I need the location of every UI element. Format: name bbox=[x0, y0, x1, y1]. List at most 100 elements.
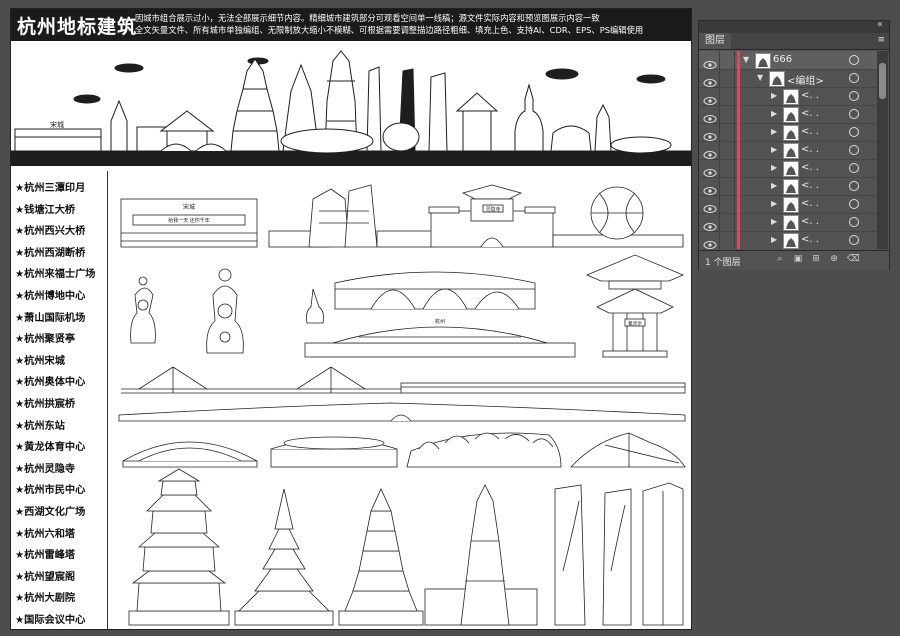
layer-name[interactable]: <. . bbox=[801, 144, 819, 155]
layer-scrollbar[interactable] bbox=[877, 51, 888, 249]
target-circle-icon[interactable] bbox=[849, 217, 859, 227]
title-bar: 杭州地标建筑 因城市组合展示过小，无法全部展示细节内容。精细城市建筑部分可观看空… bbox=[11, 9, 691, 41]
expand-arrow-icon[interactable]: ▶ bbox=[771, 181, 777, 190]
wangchen-pavilion-drawing bbox=[128, 468, 230, 626]
expand-arrow-icon[interactable]: ▶ bbox=[771, 145, 777, 154]
twin-towers-drawing bbox=[554, 484, 632, 626]
layer-name[interactable]: <. . bbox=[801, 216, 819, 227]
lock-toggle[interactable] bbox=[719, 159, 735, 177]
layer-row[interactable]: ▼ 666 bbox=[699, 51, 877, 70]
visibility-eye-icon[interactable] bbox=[703, 163, 717, 177]
target-circle-icon[interactable] bbox=[849, 199, 859, 209]
layer-thumbnail bbox=[783, 215, 799, 231]
collapse-icon[interactable]: « bbox=[877, 19, 883, 30]
expand-arrow-icon[interactable]: ▶ bbox=[771, 217, 777, 226]
song-city-banner-label: 给我一天 还你千年 bbox=[168, 217, 210, 224]
layer-name[interactable]: <. . bbox=[801, 234, 819, 245]
expand-arrow-icon[interactable]: ▶ bbox=[771, 199, 777, 208]
visibility-eye-icon[interactable] bbox=[703, 55, 717, 69]
new-sublayer-icon[interactable]: ⊞ bbox=[811, 254, 821, 264]
target-circle-icon[interactable] bbox=[849, 181, 859, 191]
layer-name[interactable]: <. . bbox=[801, 90, 819, 101]
layer-row[interactable]: ▶ <. . bbox=[699, 87, 877, 106]
layer-row[interactable]: ▶ <. . bbox=[699, 141, 877, 160]
ifc-towers-drawing bbox=[642, 482, 684, 626]
delete-layer-icon[interactable]: ⌫ bbox=[847, 254, 860, 264]
temple-gate-plaque: 灵隐寺 bbox=[485, 206, 500, 213]
visibility-eye-icon[interactable] bbox=[703, 109, 717, 123]
layer-name[interactable]: <. . bbox=[801, 126, 819, 137]
lock-toggle[interactable] bbox=[719, 231, 735, 249]
visibility-eye-icon[interactable] bbox=[703, 181, 717, 195]
expand-arrow-icon[interactable]: ▶ bbox=[771, 91, 777, 100]
target-circle-icon[interactable] bbox=[849, 163, 859, 173]
make-clipping-mask-icon[interactable]: ▣ bbox=[793, 254, 803, 264]
lock-toggle[interactable] bbox=[719, 105, 735, 123]
landmark-name: ★杭州来福士广场 bbox=[15, 269, 96, 281]
collapse-arrow-icon[interactable]: ▼ bbox=[757, 73, 763, 82]
collapse-arrow-icon[interactable]: ▼ bbox=[743, 55, 749, 64]
civic-center-drawing bbox=[268, 184, 434, 248]
layer-name[interactable]: <编组> bbox=[787, 72, 824, 87]
scrollbar-thumb[interactable] bbox=[879, 63, 886, 99]
target-circle-icon[interactable] bbox=[849, 91, 859, 101]
target-circle-icon[interactable] bbox=[849, 73, 859, 83]
lock-toggle[interactable] bbox=[719, 213, 735, 231]
layer-color-bar bbox=[737, 51, 740, 69]
layer-row[interactable]: ▶ <. . bbox=[699, 159, 877, 178]
lock-toggle[interactable] bbox=[719, 87, 735, 105]
cultural-plaza-drawing bbox=[552, 186, 684, 248]
new-layer-icon[interactable]: ⊕ bbox=[829, 254, 839, 264]
layer-row[interactable]: ▶ <. . bbox=[699, 123, 877, 142]
lock-toggle[interactable] bbox=[719, 69, 735, 87]
landmark-name: ★杭州东站 bbox=[15, 420, 65, 432]
layer-name[interactable]: <. . bbox=[801, 198, 819, 209]
layer-row[interactable]: ▶ <. . bbox=[699, 105, 877, 124]
panel-header: « bbox=[699, 19, 889, 33]
target-circle-icon[interactable] bbox=[849, 127, 859, 137]
layer-count: 1 个图层 bbox=[705, 258, 741, 268]
landmark-name: ★杭州博地中心 bbox=[15, 291, 86, 302]
layer-color-bar bbox=[737, 141, 740, 159]
lock-toggle[interactable] bbox=[719, 141, 735, 159]
lock-toggle[interactable] bbox=[719, 195, 735, 213]
lock-toggle[interactable] bbox=[719, 51, 735, 69]
panel-menu-icon[interactable]: ≡ bbox=[877, 35, 885, 45]
layer-row[interactable]: ▼ <编组> bbox=[699, 69, 877, 88]
layer-thumbnail bbox=[783, 107, 799, 123]
visibility-eye-icon[interactable] bbox=[703, 235, 717, 249]
target-circle-icon[interactable] bbox=[849, 145, 859, 155]
skyline-banner: 宋城 bbox=[11, 50, 691, 166]
landmark-name: ★杭州市民中心 bbox=[15, 485, 86, 497]
expand-arrow-icon[interactable]: ▶ bbox=[771, 235, 777, 244]
target-circle-icon[interactable] bbox=[849, 235, 859, 245]
pavilion-plaque: 聚贤亭 bbox=[628, 320, 642, 327]
layer-name[interactable]: <. . bbox=[801, 162, 819, 173]
expand-arrow-icon[interactable]: ▶ bbox=[771, 127, 777, 136]
expand-arrow-icon[interactable]: ▶ bbox=[771, 163, 777, 172]
visibility-eye-icon[interactable] bbox=[703, 145, 717, 159]
visibility-eye-icon[interactable] bbox=[703, 91, 717, 105]
landmark-name-list: ★杭州三潭印月 ★钱塘江大桥 ★杭州西兴大桥 ★杭州西湖断桥 ★杭州来福士广场 ★杭州博地… bbox=[11, 171, 108, 629]
layers-panel[interactable]: « 图层 ≡ ▼ 666 ▼ <编组> ▶ <. . ▶ <. . ▶ <. . ▶ <. . ▶ <. … bbox=[698, 19, 890, 270]
expand-arrow-icon[interactable]: ▶ bbox=[771, 109, 777, 118]
layer-name[interactable]: <. . bbox=[801, 180, 819, 191]
layer-row[interactable]: ▶ <. . bbox=[699, 213, 877, 232]
tab-layers[interactable]: 图层 bbox=[699, 33, 731, 49]
layer-row[interactable]: ▶ <. . bbox=[699, 231, 877, 249]
target-circle-icon[interactable] bbox=[849, 55, 859, 65]
lock-toggle[interactable] bbox=[719, 123, 735, 141]
layer-row[interactable]: ▶ <. . bbox=[699, 177, 877, 196]
target-circle-icon[interactable] bbox=[849, 109, 859, 119]
lock-toggle[interactable] bbox=[719, 177, 735, 195]
visibility-eye-icon[interactable] bbox=[703, 199, 717, 213]
locate-object-icon[interactable]: ⌕ bbox=[775, 254, 785, 264]
layer-name[interactable]: 666 bbox=[773, 54, 792, 65]
layer-name[interactable]: <. . bbox=[801, 108, 819, 119]
visibility-eye-icon[interactable] bbox=[703, 127, 717, 141]
landmark-name: ★杭州奥体中心 bbox=[15, 377, 86, 389]
visibility-eye-icon[interactable] bbox=[703, 217, 717, 231]
landmark-name: ★钱塘江大桥 bbox=[15, 204, 76, 216]
layer-row[interactable]: ▶ <. . bbox=[699, 195, 877, 214]
visibility-eye-icon[interactable] bbox=[703, 73, 717, 87]
